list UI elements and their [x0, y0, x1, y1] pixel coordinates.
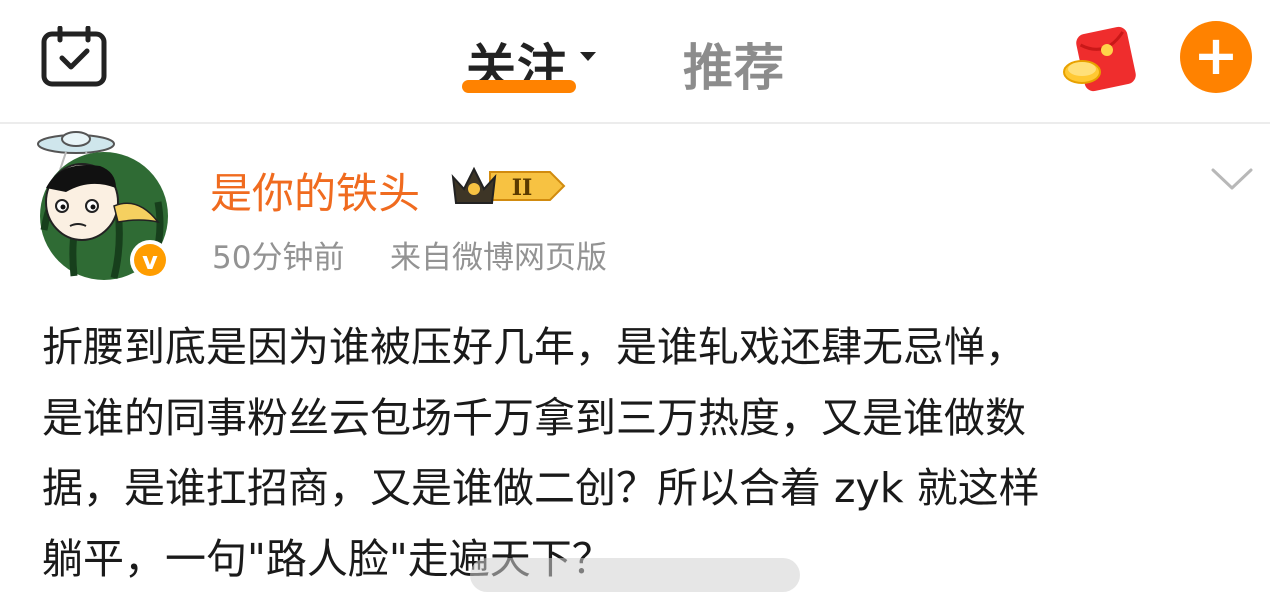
post-body: 折腰到底是因为谁被压好几年，是谁轧戏还肆无忌惮， 是谁的同事粉丝云包场千万拿到三… — [42, 312, 1232, 594]
svg-text:II: II — [512, 175, 533, 201]
post-source: 来自微博网页版 — [390, 240, 607, 276]
active-tab-indicator — [462, 80, 576, 93]
chevron-down-icon[interactable] — [1210, 166, 1254, 192]
member-crown-badge-icon[interactable]: II — [450, 163, 568, 209]
post-line: 折腰到底是因为谁被压好几年，是谁轧戏还肆无忌惮， — [42, 323, 1026, 371]
header-divider — [0, 122, 1270, 124]
post-line: 是谁的同事粉丝云包场千万拿到三万热度，又是谁做数 — [42, 393, 1026, 442]
top-nav-bar: 关注 推荐 + — [0, 0, 1270, 122]
post-line: 据，是谁扛招商，又是谁做二创？所以合着 zyk 就这样 — [42, 464, 1040, 512]
post-time: 50分钟前 — [212, 240, 345, 276]
svg-text:v: v — [142, 247, 158, 275]
chevron-down-icon[interactable] — [580, 52, 596, 61]
tab-recommend[interactable]: 推荐 — [683, 28, 785, 100]
username[interactable]: 是你的铁头 — [210, 160, 420, 221]
plus-icon[interactable]: + — [1180, 21, 1252, 93]
avatar[interactable]: v — [30, 126, 178, 286]
red-packet-icon[interactable] — [1062, 24, 1138, 94]
calendar-check-icon[interactable] — [40, 26, 108, 88]
blurred-watermark — [470, 558, 800, 592]
